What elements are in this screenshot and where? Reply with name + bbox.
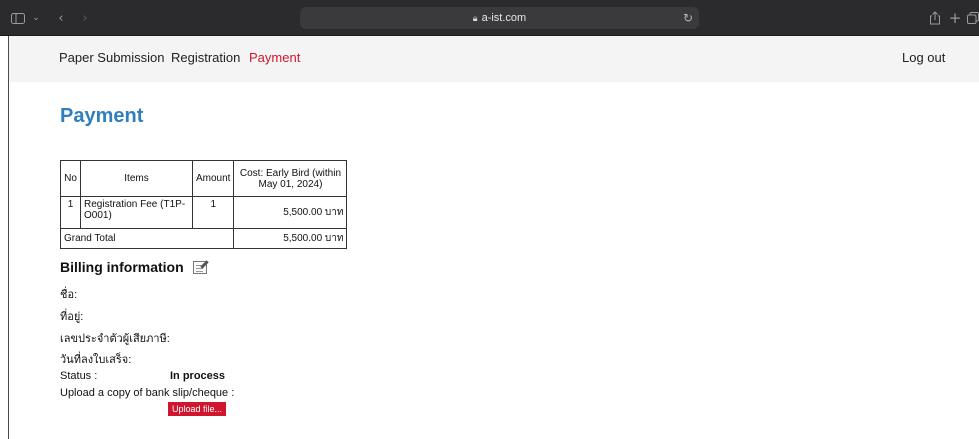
status-value: In process <box>170 370 226 382</box>
table-header-row: No Items Amount Cost: Early Bird (within… <box>60 160 348 197</box>
upload-file-button[interactable]: Upload file... <box>168 402 227 416</box>
address-label: ที่อยู่: <box>60 311 84 323</box>
nav-payment[interactable]: Payment <box>249 50 300 65</box>
payment-table: No Items Amount Cost: Early Bird (within… <box>59 160 348 249</box>
row-cost: 5,500.00 บาท <box>233 196 348 229</box>
upload-label: Upload a copy of bank slip/cheque : <box>60 387 235 399</box>
status-label: Status : <box>60 370 98 382</box>
billing-heading: Billing information <box>60 259 207 275</box>
page-content: Paper Submission Registration Payment Lo… <box>8 36 979 439</box>
page-title: Payment <box>60 105 144 127</box>
edit-icon[interactable] <box>192 260 207 274</box>
url-text: a-ist.com <box>481 12 527 24</box>
reload-icon[interactable]: ↻ <box>683 7 693 29</box>
sidebar-icon[interactable] <box>10 8 26 28</box>
chevron-down-icon[interactable]: ⌄ <box>30 8 42 28</box>
browser-toolbar: ⌄ ‹ › 🔒︎ a-ist.com ↻ + <box>0 0 979 36</box>
row-amount: 1 <box>191 196 235 229</box>
row-item: Registration Fee (T1P-O001) <box>80 196 193 229</box>
tax-id-label: เลขประจำตัวผู้เสียภาษี: <box>60 333 170 345</box>
table-row: 1 Registration Fee (T1P-O001) 1 5,500.00… <box>60 196 348 229</box>
logout-link[interactable]: Log out <box>902 50 945 65</box>
address-bar[interactable]: 🔒︎ a-ist.com ↻ <box>300 7 699 29</box>
share-icon[interactable] <box>928 8 942 28</box>
name-label: ชื่อ: <box>60 289 78 301</box>
nav-paper-submission[interactable]: Paper Submission <box>59 50 165 65</box>
nav-registration[interactable]: Registration <box>171 50 240 65</box>
receipt-date-label: วันที่ลงใบเสร็จ: <box>60 354 132 366</box>
back-icon[interactable]: ‹ <box>54 8 68 28</box>
lock-icon: 🔒︎ <box>472 14 478 24</box>
grand-total-value: 5,500.00 บาท <box>233 228 348 249</box>
plus-icon[interactable]: + <box>948 8 962 28</box>
forward-icon[interactable]: › <box>78 8 92 28</box>
header-cost: Cost: Early Bird (within May 01, 2024) <box>233 160 348 197</box>
tabs-icon[interactable] <box>966 8 979 28</box>
header-no: No <box>60 160 81 197</box>
row-no: 1 <box>60 196 81 229</box>
grand-total-row: Grand Total 5,500.00 บาท <box>59 228 348 249</box>
header-amount: Amount <box>191 160 235 197</box>
billing-title: Billing information <box>60 259 184 275</box>
grand-total-label: Grand Total <box>59 228 235 249</box>
header-items: Items <box>80 160 193 197</box>
top-navbar: Paper Submission Registration Payment Lo… <box>9 36 979 82</box>
